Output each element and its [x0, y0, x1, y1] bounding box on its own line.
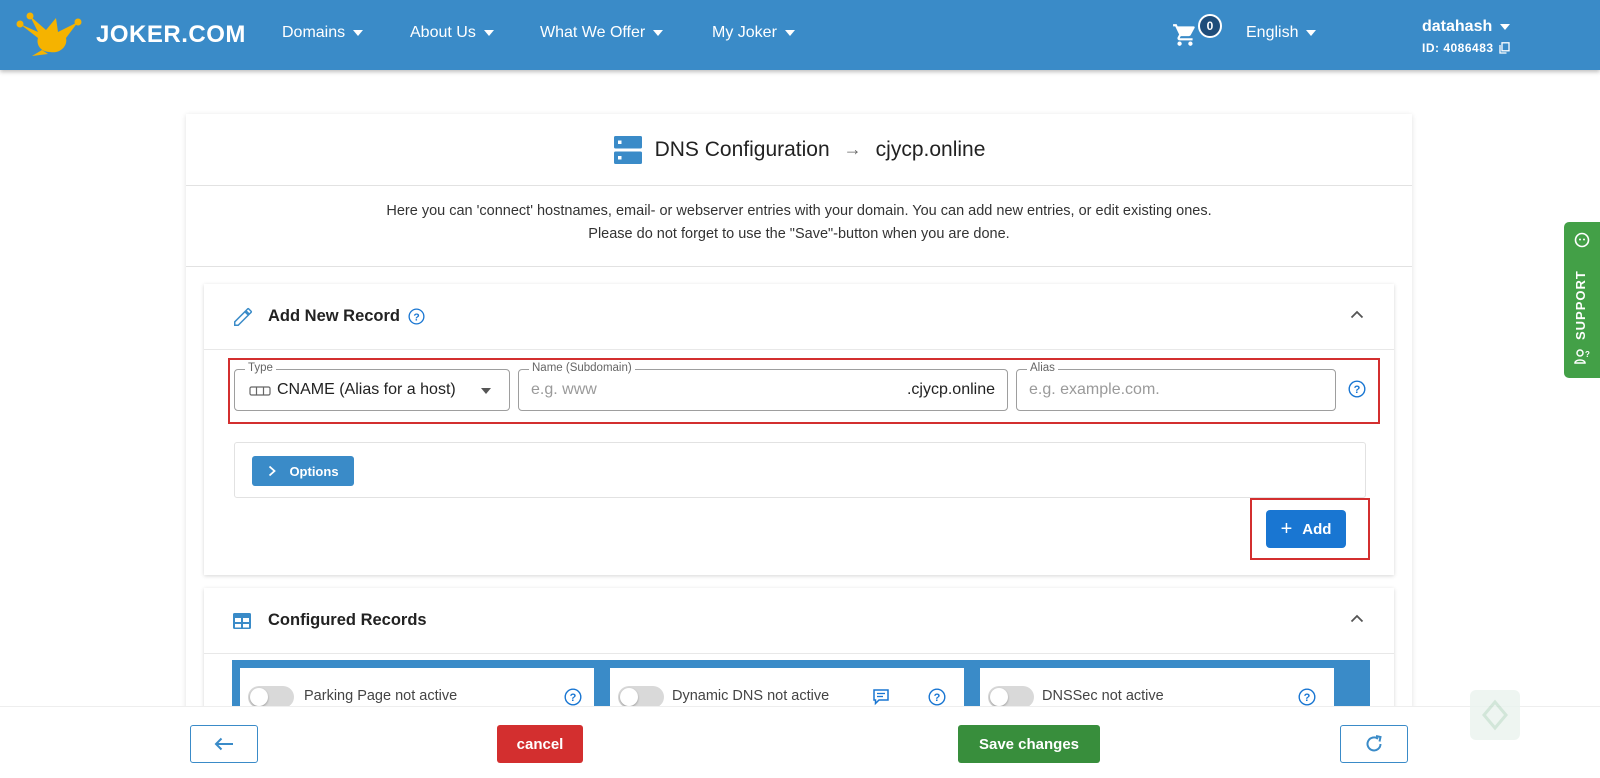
subdomain-placeholder: e.g. www — [531, 381, 597, 398]
nav-what-we-offer-label: What We Offer — [540, 24, 646, 41]
cart-count-badge: 0 — [1198, 14, 1222, 38]
user-menu[interactable]: datahash — [1422, 18, 1511, 36]
domain-name: cjycp.online — [875, 137, 986, 161]
nav-about-us-label: About Us — [410, 24, 476, 41]
subdomain-label: Name (Subdomain) — [529, 362, 635, 374]
record-type-icon — [249, 386, 271, 396]
configured-records-header[interactable]: Configured Records — [204, 588, 1394, 654]
dyndns-help-icon[interactable]: ? — [928, 688, 946, 706]
reload-button[interactable] — [1340, 725, 1408, 763]
pencil-icon — [234, 307, 252, 326]
page-title: DNS Configuration → cjycp.online — [186, 114, 1412, 186]
domain-suffix: .cjycp.online — [906, 381, 995, 398]
comment-icon[interactable] — [872, 688, 890, 706]
nav-my-joker-label: My Joker — [712, 24, 777, 41]
refresh-icon — [1366, 735, 1382, 752]
chevron-up-icon[interactable] — [1350, 310, 1364, 319]
support-tab[interactable]: SUPPORT ? — [1564, 222, 1600, 378]
nav-about-us[interactable]: About Us — [410, 24, 494, 42]
svg-text:?: ? — [570, 692, 577, 704]
options-button[interactable]: Options — [252, 456, 354, 486]
page-title-text: DNS Configuration — [654, 137, 830, 161]
add-button[interactable]: + Add — [1266, 510, 1346, 548]
top-nav-bar: JOKER.COM Domains About Us What We Offer… — [0, 0, 1600, 70]
svg-text:?: ? — [934, 692, 941, 704]
cancel-button[interactable]: cancel — [497, 725, 583, 763]
dnssec-label: DNSSec not active — [1042, 688, 1164, 704]
chevron-down-icon — [653, 30, 664, 36]
shopping-cart-icon[interactable] — [1172, 22, 1198, 48]
configured-records-panel: Configured Records Parking Page not acti… — [204, 588, 1394, 720]
dnssec-help-icon[interactable]: ? — [1298, 688, 1316, 706]
chevron-down-icon — [1306, 30, 1317, 36]
table-icon — [233, 612, 251, 629]
floating-widget — [1470, 690, 1520, 740]
save-label: Save changes — [978, 735, 1080, 753]
dyndns-label: Dynamic DNS not active — [672, 688, 830, 704]
record-type-select[interactable]: Type CNAME (Alias for a host) — [234, 362, 510, 411]
chevron-down-icon — [483, 30, 494, 36]
type-label: Type — [245, 362, 276, 374]
parking-help-icon[interactable]: ? — [564, 688, 582, 706]
chevron-down-icon — [784, 30, 795, 36]
alias-placeholder: e.g. example.com. — [1029, 381, 1160, 398]
jester-logo-icon — [16, 12, 82, 56]
language-selector[interactable]: English — [1246, 24, 1317, 42]
chat-icon — [1574, 232, 1590, 248]
nav-domains[interactable]: Domains — [282, 24, 364, 42]
nav-what-we-offer[interactable]: What We Offer — [540, 24, 664, 42]
user-name: datahash — [1422, 18, 1493, 35]
dnssec-toggle[interactable] — [988, 686, 1034, 708]
configured-records-heading: Configured Records — [268, 611, 427, 629]
add-record-header[interactable]: Add New Record ? — [204, 284, 1394, 350]
parking-toggle[interactable] — [248, 686, 294, 708]
dyndns-toggle[interactable] — [618, 686, 664, 708]
chevron-up-icon[interactable] — [1350, 614, 1364, 623]
alias-input[interactable]: Alias e.g. example.com. — [1016, 362, 1336, 411]
widget-icon — [1482, 699, 1508, 731]
user-id-row: ID: 4086483 — [1422, 41, 1510, 55]
alias-label: Alias — [1027, 362, 1058, 374]
intro-line-1: Here you can 'connect' hostnames, email-… — [386, 203, 1212, 219]
copy-icon[interactable] — [1498, 42, 1510, 54]
nav-my-joker[interactable]: My Joker — [712, 24, 795, 42]
nav-domains-label: Domains — [282, 24, 346, 41]
options-label: Options — [289, 463, 339, 479]
help-icon[interactable]: ? — [408, 308, 425, 325]
joker-logo[interactable]: JOKER.COM — [16, 12, 246, 58]
bottom-action-bar: cancel Save changes — [0, 706, 1600, 778]
plus-icon: + — [1280, 518, 1293, 540]
record-type-value: CNAME (Alias for a host) — [277, 381, 456, 398]
options-container: Options — [234, 442, 1366, 498]
dropdown-caret-icon — [481, 388, 491, 394]
support-label: SUPPORT — [1573, 270, 1588, 340]
chevron-down-icon — [1500, 24, 1511, 30]
server-icon — [613, 135, 642, 164]
brand-name: JOKER.COM — [96, 21, 246, 48]
user-id: ID: 4086483 — [1422, 41, 1494, 55]
svg-text:?: ? — [1354, 384, 1361, 396]
cancel-label: cancel — [516, 735, 564, 753]
chevron-down-icon — [353, 30, 364, 36]
svg-text:?: ? — [413, 312, 419, 323]
chevron-right-icon — [269, 465, 277, 477]
add-record-heading: Add New Record — [268, 307, 401, 325]
add-record-panel: Add New Record ? Type CNAME (Alias for a… — [204, 284, 1394, 575]
intro-text: Here you can 'connect' hostnames, email-… — [186, 187, 1412, 267]
person-help-icon: ? — [1574, 349, 1590, 364]
language-label: English — [1246, 24, 1299, 41]
svg-text:?: ? — [1304, 692, 1311, 704]
add-label: Add — [1302, 520, 1332, 538]
subdomain-input[interactable]: Name (Subdomain) e.g. www .cjycp.online — [518, 362, 1008, 411]
alias-help-icon[interactable]: ? — [1348, 380, 1366, 398]
back-button[interactable] — [190, 725, 258, 763]
arrow-right-icon: → — [843, 139, 862, 159]
save-changes-button[interactable]: Save changes — [958, 725, 1100, 763]
intro-line-2: Please do not forget to use the "Save"-b… — [588, 226, 1010, 242]
arrow-left-icon — [214, 737, 233, 751]
parking-label: Parking Page not active — [304, 688, 458, 704]
svg-text:?: ? — [1585, 350, 1590, 359]
dns-config-card: DNS Configuration → cjycp.online Here yo… — [186, 114, 1412, 720]
